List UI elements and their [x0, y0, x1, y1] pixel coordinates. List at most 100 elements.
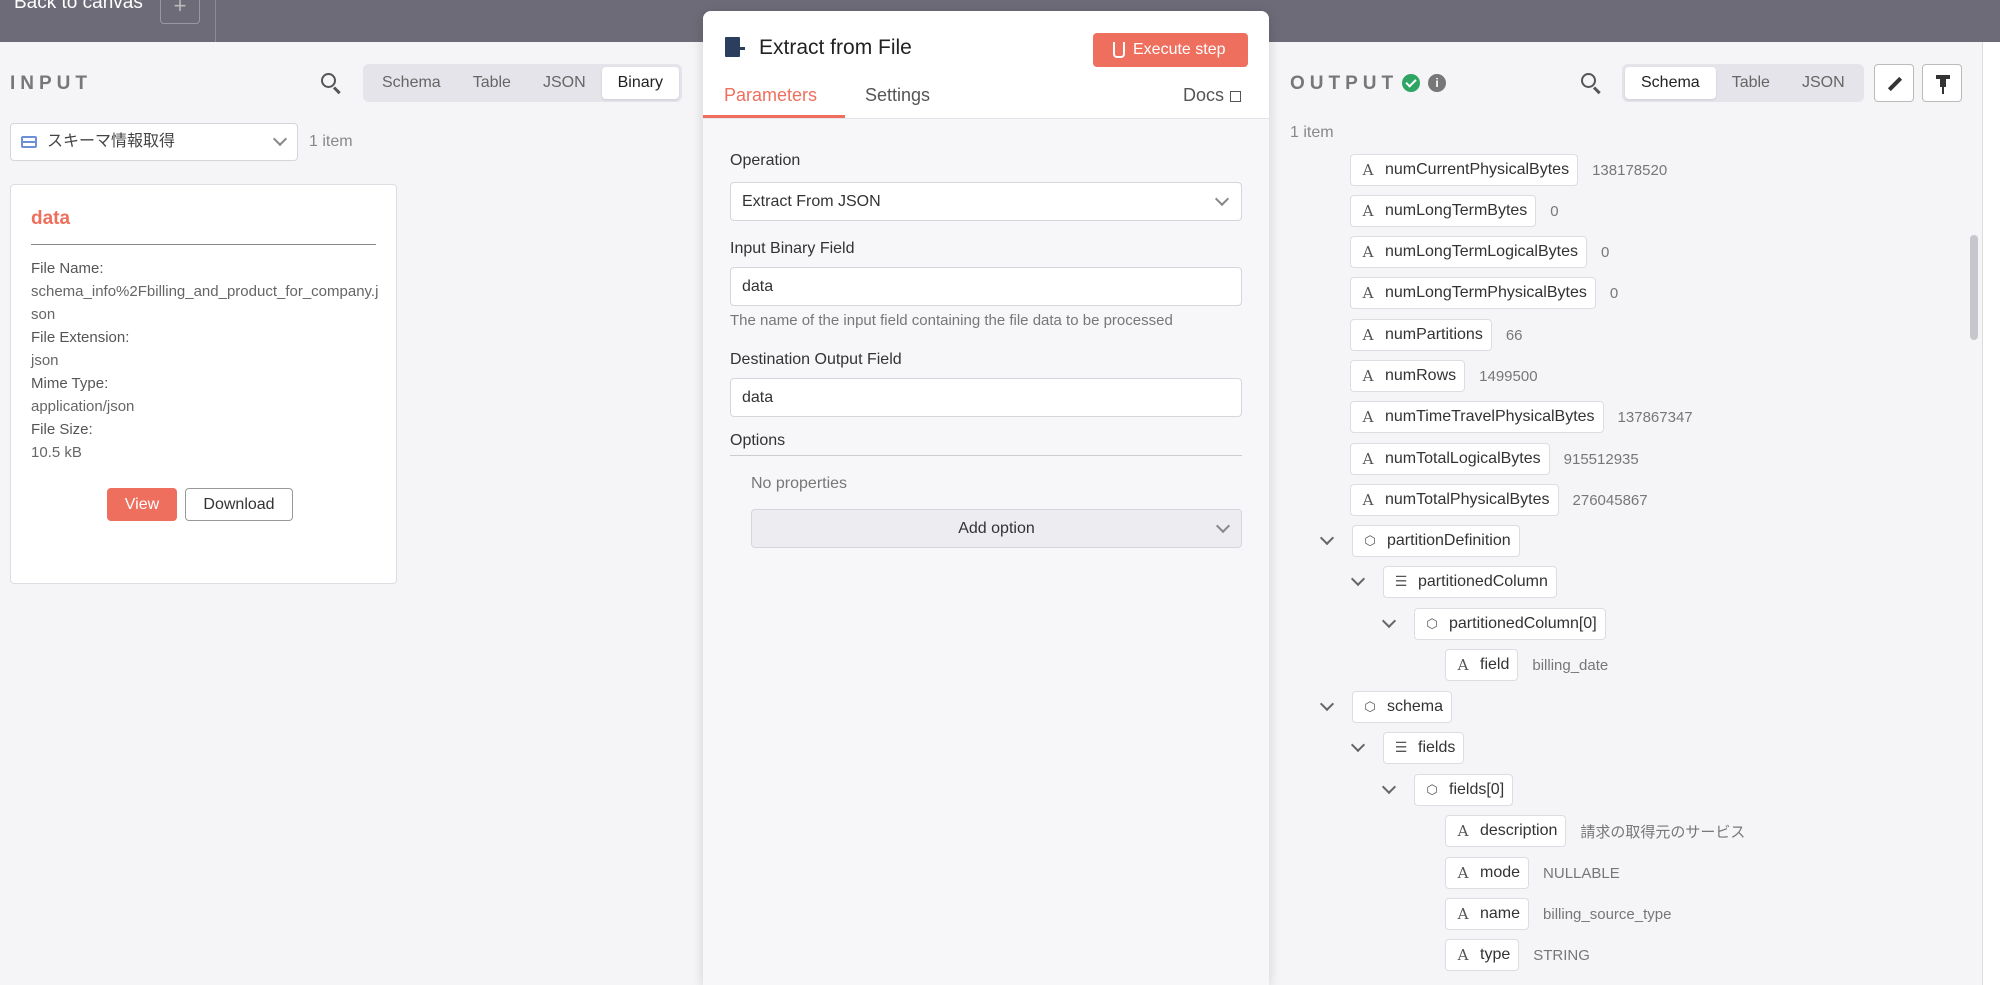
- schema-tree-row[interactable]: AnumLongTermBytes 0: [1350, 194, 1559, 228]
- schema-tree-row[interactable]: ⬡ partitionDefinition: [1319, 524, 1520, 558]
- schema-field-value: 0: [1609, 284, 1619, 302]
- schema-field-pill[interactable]: AnumTotalPhysicalBytes: [1350, 484, 1559, 516]
- schema-field-pill[interactable]: ⬡ schema: [1352, 691, 1453, 723]
- schema-tree-row[interactable]: AnumCurrentPhysicalBytes 138178520: [1350, 153, 1667, 187]
- docs-link[interactable]: Docs: [1183, 85, 1242, 106]
- string-type-icon: A: [1362, 491, 1374, 509]
- schema-field-pill[interactable]: AnumTotalLogicalBytes: [1350, 443, 1550, 475]
- operation-select[interactable]: Extract From JSON: [730, 182, 1242, 221]
- destination-output-field-input[interactable]: data: [730, 378, 1242, 417]
- schema-field-pill[interactable]: Amode: [1445, 857, 1530, 889]
- input-title: INPUT: [10, 73, 92, 94]
- add-option-button[interactable]: Add option: [751, 509, 1242, 548]
- output-tab-table[interactable]: Table: [1716, 67, 1786, 99]
- input-tab-json[interactable]: JSON: [527, 67, 602, 99]
- schema-tree-row[interactable]: Adescription 請求の取得元のサービス: [1445, 814, 1745, 848]
- schema-field-pill[interactable]: AnumLongTermPhysicalBytes: [1350, 277, 1596, 309]
- input-tab-table[interactable]: Table: [457, 67, 527, 99]
- schema-field-pill[interactable]: AnumPartitions: [1350, 319, 1492, 351]
- flask-icon: [1113, 42, 1125, 58]
- chevron-down-icon[interactable]: [1319, 530, 1335, 546]
- schema-field-pill[interactable]: ⬡ fields[0]: [1414, 774, 1514, 806]
- string-type-icon: A: [1457, 905, 1469, 923]
- object-type-icon: ⬡: [1364, 699, 1376, 715]
- chevron-down-icon[interactable]: [1381, 779, 1397, 795]
- schema-field-key: numLongTermBytes: [1385, 202, 1528, 219]
- tab-settings[interactable]: Settings: [865, 85, 930, 106]
- schema-tree-row[interactable]: AnumTimeTravelPhysicalBytes 137867347: [1350, 400, 1693, 434]
- input-binary-field-input[interactable]: data: [730, 267, 1242, 306]
- schema-field-pill[interactable]: AnumTimeTravelPhysicalBytes: [1350, 401, 1604, 433]
- output-scrollbar[interactable]: [1968, 42, 1982, 985]
- input-node-select[interactable]: スキーマ情報取得: [10, 123, 298, 161]
- back-to-canvas-link[interactable]: Back to canvas: [14, 0, 143, 14]
- schema-field-key: numTotalLogicalBytes: [1385, 450, 1541, 467]
- pin-icon: [1936, 75, 1950, 94]
- string-type-icon: A: [1362, 243, 1374, 261]
- output-tab-json[interactable]: JSON: [1786, 67, 1861, 99]
- schema-field-pill[interactable]: ☰ fields: [1383, 732, 1465, 764]
- string-type-icon: A: [1457, 946, 1469, 964]
- schema-field-value: 0: [1601, 243, 1610, 261]
- schema-field-pill[interactable]: AnumLongTermLogicalBytes: [1350, 236, 1587, 268]
- schema-field-value: billing_source_type: [1543, 905, 1672, 923]
- schema-tree-row[interactable]: ☰ partitionedColumn: [1350, 565, 1557, 599]
- output-scrollbar-thumb[interactable]: [1970, 235, 1978, 340]
- schema-field-value: billing_date: [1532, 656, 1609, 674]
- schema-tree-row[interactable]: AnumLongTermLogicalBytes 0: [1350, 235, 1609, 269]
- schema-field-pill[interactable]: Atype: [1445, 939, 1520, 971]
- schema-field-pill[interactable]: ⬡ partitionedColumn[0]: [1414, 608, 1606, 640]
- input-search-icon[interactable]: [318, 70, 346, 98]
- schema-field-pill[interactable]: Aname: [1445, 898, 1530, 930]
- schema-tree-row[interactable]: ⬡ partitionedColumn[0]: [1381, 607, 1606, 641]
- view-button[interactable]: View: [107, 488, 177, 521]
- schema-tree-row[interactable]: Aname billing_source_type: [1445, 897, 1671, 931]
- schema-field-key: numPartitions: [1385, 326, 1483, 343]
- schema-tree-row[interactable]: ⬡ fields[0]: [1381, 773, 1514, 807]
- schema-field-pill[interactable]: ☰ partitionedColumn: [1383, 566, 1557, 598]
- schema-tree-row[interactable]: AnumTotalLogicalBytes 915512935: [1350, 442, 1639, 476]
- string-type-icon: A: [1362, 367, 1374, 385]
- object-type-icon: ⬡: [1364, 533, 1376, 549]
- schema-tree-row[interactable]: AnumRows 1499500: [1350, 359, 1538, 393]
- schema-field-pill[interactable]: Adescription: [1445, 815, 1567, 847]
- add-node-button[interactable]: +: [160, 0, 200, 24]
- string-type-icon: A: [1362, 408, 1374, 426]
- schema-tree-row[interactable]: Amode NULLABLE: [1445, 856, 1620, 890]
- download-button[interactable]: Download: [185, 488, 293, 521]
- schema-field-pill[interactable]: ⬡ partitionDefinition: [1352, 525, 1520, 557]
- file-size-value: 10.5 kB: [31, 444, 82, 461]
- divider: [215, 0, 216, 42]
- schema-tree-row[interactable]: ⬡ schema: [1319, 690, 1453, 724]
- schema-field-pill[interactable]: AnumLongTermBytes: [1350, 195, 1537, 227]
- tab-parameters[interactable]: Parameters: [724, 85, 817, 106]
- info-icon[interactable]: i: [1428, 74, 1446, 92]
- output-tab-schema[interactable]: Schema: [1625, 67, 1716, 99]
- input-tab-schema[interactable]: Schema: [366, 67, 457, 99]
- chevron-down-icon[interactable]: [1381, 613, 1397, 629]
- array-type-icon: ☰: [1394, 574, 1408, 590]
- no-properties-text: No properties: [751, 475, 848, 492]
- schema-tree-row[interactable]: Afield billing_date: [1445, 648, 1608, 682]
- operation-value: Extract From JSON: [742, 193, 881, 210]
- chevron-down-icon[interactable]: [1350, 571, 1366, 587]
- schema-field-pill[interactable]: AnumCurrentPhysicalBytes: [1350, 154, 1579, 186]
- chevron-down-icon[interactable]: [1319, 696, 1335, 712]
- chevron-down-icon[interactable]: [1350, 737, 1366, 753]
- output-search-icon[interactable]: [1578, 70, 1606, 98]
- schema-field-key: numLongTermLogicalBytes: [1385, 243, 1578, 260]
- schema-tree-row[interactable]: Atype STRING: [1445, 938, 1590, 972]
- schema-tree-row[interactable]: ☰ fields: [1350, 731, 1465, 765]
- schema-tree-row[interactable]: AnumPartitions 66: [1350, 318, 1523, 352]
- schema-tree-row[interactable]: AnumTotalPhysicalBytes 276045867: [1350, 483, 1648, 517]
- output-items-count: 1 item: [1290, 124, 1334, 141]
- execute-step-button[interactable]: Execute step: [1093, 33, 1248, 67]
- schema-field-key: partitionedColumn[0]: [1449, 615, 1597, 632]
- edit-output-button[interactable]: [1874, 64, 1914, 102]
- schema-field-pill[interactable]: Afield: [1445, 649, 1519, 681]
- schema-tree-row[interactable]: AnumLongTermPhysicalBytes 0: [1350, 276, 1618, 310]
- schema-field-pill[interactable]: AnumRows: [1350, 360, 1466, 392]
- input-tab-binary[interactable]: Binary: [601, 67, 679, 99]
- schema-field-key: schema: [1387, 698, 1444, 715]
- pin-output-button[interactable]: [1922, 64, 1962, 102]
